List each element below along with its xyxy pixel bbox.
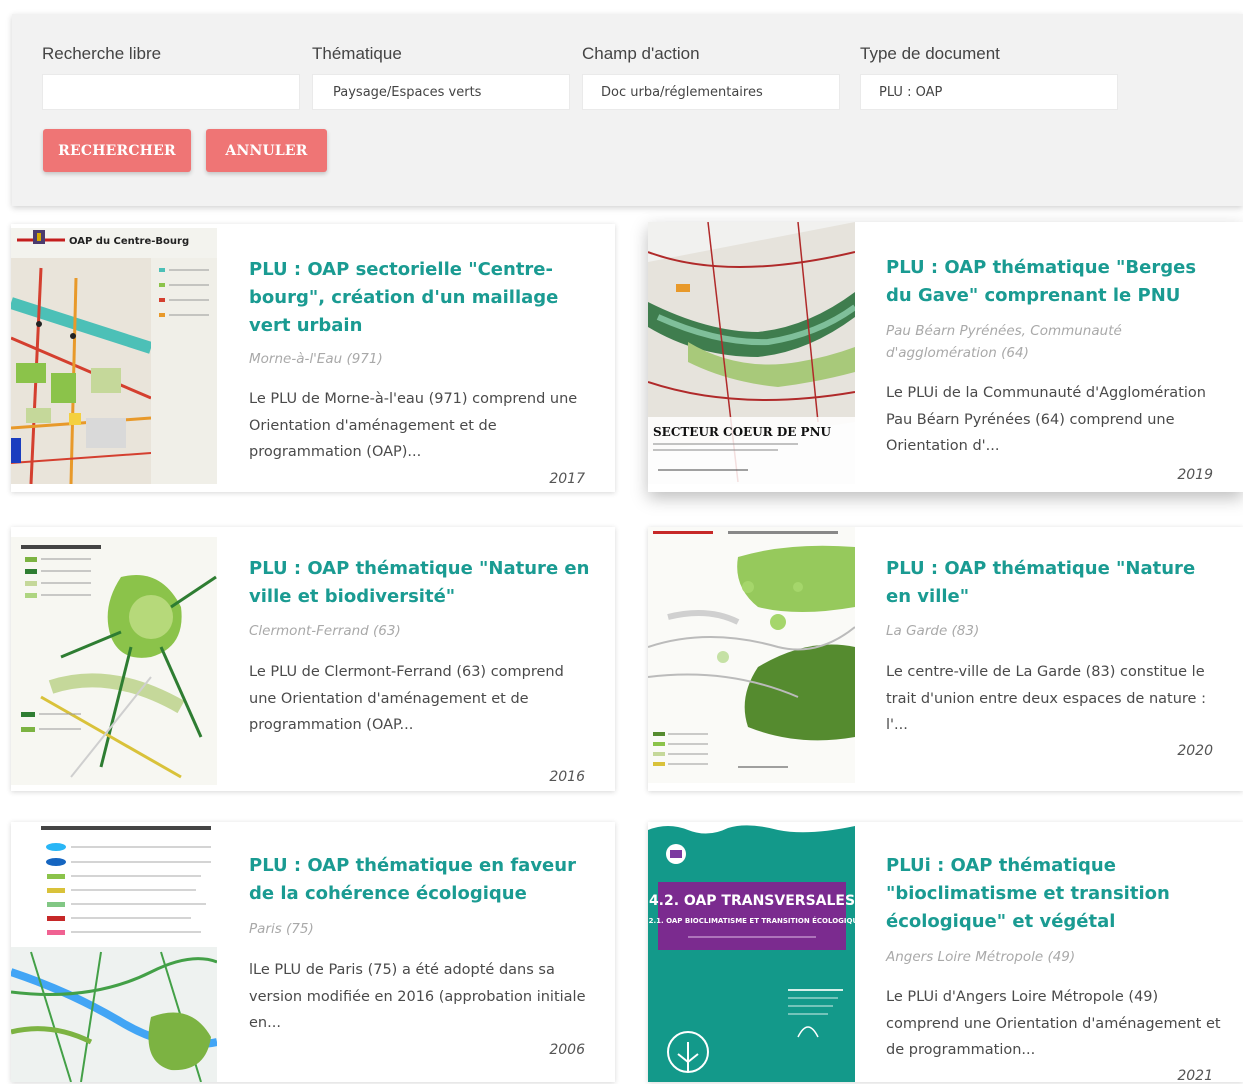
result-description-5: lLe PLU de Paris (75) a été adopté dans … (249, 962, 586, 1031)
cancel-button[interactable]: ANNULER (206, 129, 327, 172)
result-location-6: Angers Loire Métropole (49) (886, 949, 1076, 965)
result-location-2: Pau Béarn Pyrénées, Communauté d'agglomé… (886, 323, 1122, 361)
theme-select[interactable]: Paysage/Espaces verts (312, 74, 570, 110)
result-title-5[interactable]: PLU : OAP thématique en faveur de la coh… (249, 852, 593, 908)
result-year-2: 2019 (1177, 467, 1213, 483)
result-card-1[interactable]: OAP du Centre-Bourg PLU: OAP sectoriell… (11, 224, 615, 492)
result-description-1: Le PLU de Morne-à-l'eau (971) comprend u… (249, 391, 578, 460)
result-location-5: Paris (75) (249, 921, 314, 937)
search-button[interactable]: RECHERCHER (43, 129, 191, 172)
result-card-4[interactable]: PLU : OAP thématique "Nature en ville" L… (648, 527, 1243, 791)
result-title-4[interactable]: PLU : OAP thématique "Nature en ville" (886, 555, 1221, 611)
result-thumbnail-6: 4.2. OAP TRANSVERSALES 4.2.1. OAP BIOCLI… (648, 822, 855, 1082)
thumb-title-6: 4.2. OAP TRANSVERSALES (649, 893, 855, 909)
result-description-4: Le centre-ville de La Garde (83) constit… (886, 664, 1206, 733)
thumb-subtitle-6: 4.2.1. OAP BIOCLIMATISME ET TRANSITION É… (648, 916, 855, 925)
search-panel: Recherche libre Thématique Paysage/Espac… (12, 14, 1243, 206)
result-title-3[interactable]: PLU : OAP thématique "Nature en ville et… (249, 555, 593, 611)
result-description-2: Le PLUi de la Communauté d'Agglomération… (886, 385, 1206, 454)
result-card-5[interactable]: PLU : OAP thématique en faveur de la coh… (11, 822, 615, 1082)
result-card-3[interactable]: PLU : OAP thématique "Nature en ville et… (11, 527, 615, 791)
result-location-3: Clermont-Ferrand (63) (249, 623, 401, 639)
result-year-5: 2006 (549, 1042, 585, 1058)
free-search-field: Recherche libre (42, 44, 300, 110)
theme-label: Thématique (312, 44, 402, 63)
free-search-input[interactable] (42, 74, 300, 110)
result-location-1: Morne-à-l'Eau (971) (249, 351, 383, 367)
result-thumbnail-4 (648, 527, 855, 783)
result-thumbnail-1: OAP du Centre-Bourg (11, 228, 217, 484)
result-year-4: 2020 (1177, 743, 1213, 759)
result-title-1[interactable]: PLU : OAP sectorielle "Centre-bourg", cr… (249, 256, 593, 340)
result-thumbnail-2: SECTEUR COEUR DE PNU (648, 222, 855, 484)
result-card-6[interactable]: 4.2. OAP TRANSVERSALES 4.2.1. OAP BIOCLI… (648, 822, 1243, 1084)
action-select[interactable]: Doc urba/réglementaires (582, 74, 840, 110)
result-thumbnail-5 (11, 822, 217, 1082)
result-thumbnail-3 (11, 537, 217, 785)
result-description-6: Le PLUi d'Angers Loire Métropole (49) co… (886, 989, 1221, 1058)
action-label: Champ d'action (582, 44, 700, 63)
result-title-2[interactable]: PLU : OAP thématique "Berges du Gave" co… (886, 254, 1221, 310)
free-search-label: Recherche libre (42, 44, 162, 63)
result-location-4: La Garde (83) (886, 623, 980, 639)
result-title-6[interactable]: PLUi : OAP thématique "bioclimatisme et … (886, 852, 1221, 936)
doctype-field: Type de document PLU : OAP (860, 44, 1118, 110)
thumb-caption-1: OAP du Centre-Bourg (69, 236, 189, 247)
result-year-1: 2017 (549, 471, 585, 487)
doctype-label: Type de document (860, 44, 1000, 63)
theme-field: Thématique Paysage/Espaces verts (312, 44, 570, 110)
result-card-2[interactable]: SECTEUR COEUR DE PNU PLU : OAP thématiqu… (648, 222, 1243, 492)
result-year-3: 2016 (549, 769, 585, 785)
result-description-3: Le PLU de Clermont-Ferrand (63) comprend… (249, 664, 564, 733)
thumb-caption-2: SECTEUR COEUR DE PNU (653, 425, 832, 439)
action-field: Champ d'action Doc urba/réglementaires (582, 44, 840, 110)
doctype-select[interactable]: PLU : OAP (860, 74, 1118, 110)
